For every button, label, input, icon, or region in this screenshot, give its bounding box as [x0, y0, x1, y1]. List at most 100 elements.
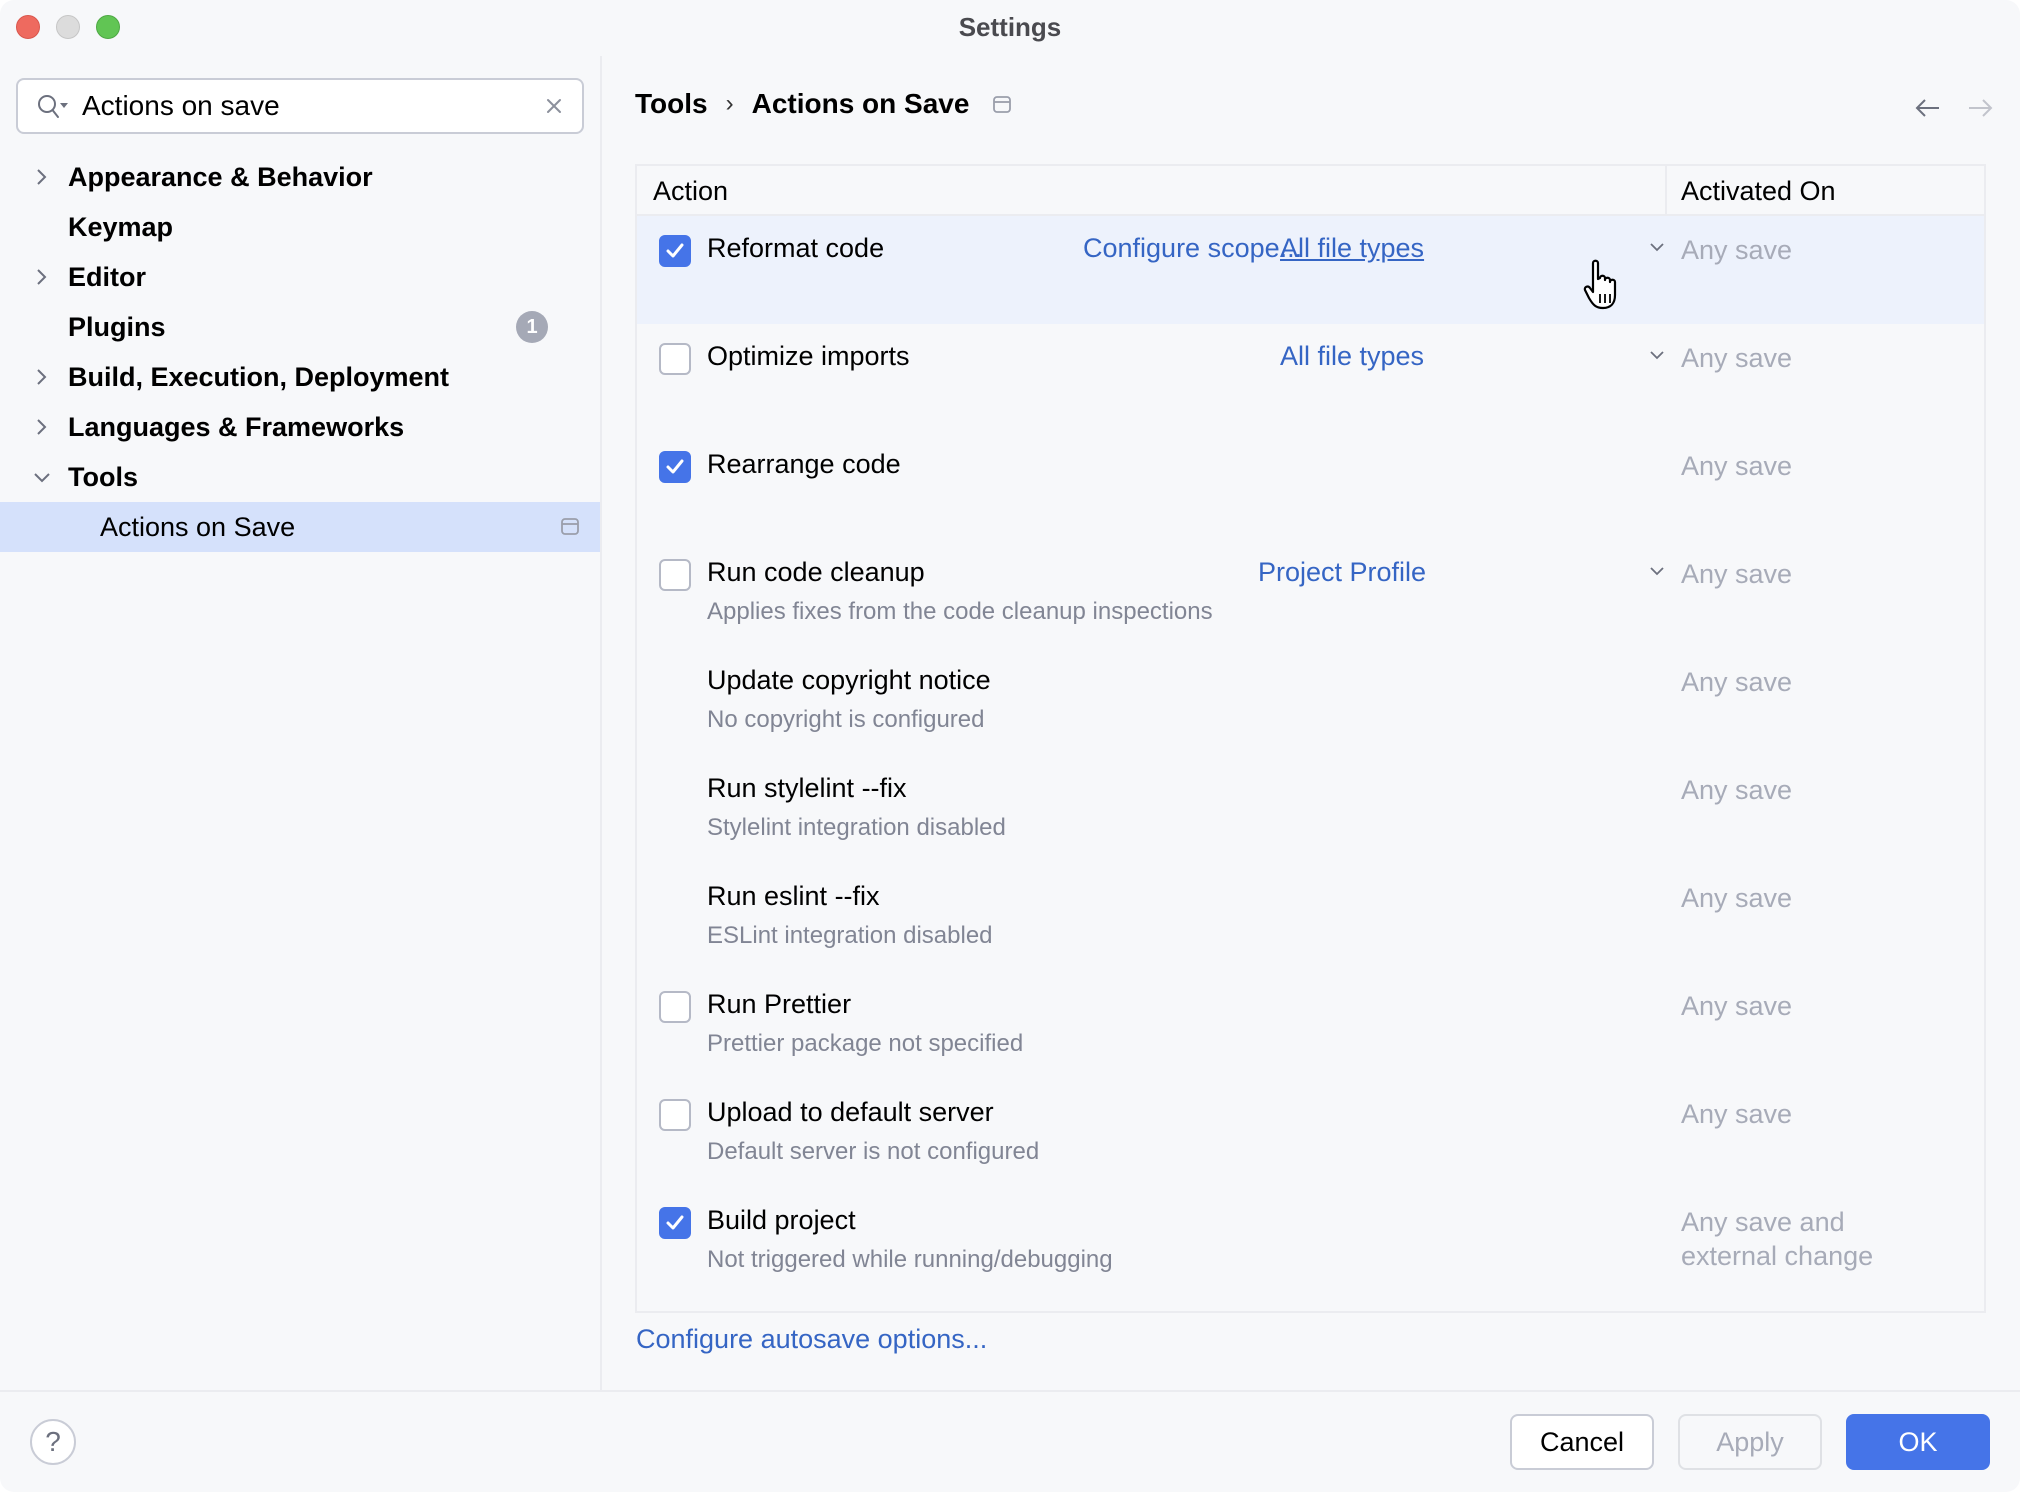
file-types-dropdown[interactable]: All file types	[1280, 341, 1424, 372]
run-prettier-checkbox[interactable]	[659, 991, 691, 1023]
help-button[interactable]: ?	[30, 1419, 76, 1465]
chevron-down-icon[interactable]	[1649, 241, 1665, 253]
sidebar-item-build-execution-deployment[interactable]: Build, Execution, Deployment	[0, 352, 600, 402]
reformat-code-checkbox[interactable]	[659, 235, 691, 267]
row-title: Rearrange code	[707, 449, 901, 479]
sidebar-item-keymap[interactable]: Keymap	[0, 202, 600, 252]
sidebar-item-label: Plugins	[68, 312, 166, 342]
inspection-profile-dropdown[interactable]: Project Profile	[1258, 557, 1426, 588]
sidebar-item-label: Build, Execution, Deployment	[68, 362, 450, 392]
apply-button[interactable]: Apply	[1678, 1414, 1822, 1470]
plugins-update-badge: 1	[516, 311, 548, 343]
chevron-down-icon[interactable]	[32, 465, 52, 489]
table-row-run-prettier[interactable]: Run Prettier Prettier package not specif…	[637, 972, 1984, 1080]
activated-on-value: Any save	[1681, 559, 1793, 589]
checkmark-icon	[666, 243, 684, 258]
column-header-action: Action	[653, 176, 729, 206]
chevron-right-icon[interactable]	[32, 365, 52, 389]
sidebar-item-plugins[interactable]: Plugins 1	[0, 302, 600, 352]
row-title: Update copyright notice	[707, 665, 991, 695]
checkmark-icon	[666, 459, 684, 474]
table-header: Action Activated On	[637, 166, 1984, 216]
table-row-run-code-cleanup[interactable]: Run code cleanup Applies fixes from the …	[637, 540, 1984, 648]
main-panel: Tools › Actions on Save Action Activated…	[602, 56, 2020, 1390]
row-subtitle: Applies fixes from the code cleanup insp…	[707, 598, 1213, 625]
sidebar-item-appearance-behavior[interactable]: Appearance & Behavior	[0, 152, 600, 202]
rearrange-code-checkbox[interactable]	[659, 451, 691, 483]
chevron-right-icon[interactable]	[32, 415, 52, 439]
actions-table: Action Activated On Reformat code Config…	[635, 164, 1986, 1313]
checkmark-icon	[666, 1215, 684, 1230]
breadcrumb-separator: ›	[725, 90, 734, 117]
back-arrow-icon[interactable]	[1914, 96, 1942, 120]
row-title: Upload to default server	[707, 1097, 994, 1127]
table-row-reformat-code[interactable]: Reformat code Configure scope... All fil…	[637, 216, 1984, 324]
row-title: Reformat code	[707, 233, 885, 263]
chevron-right-icon[interactable]	[32, 165, 52, 189]
row-subtitle: Not triggered while running/debugging	[707, 1246, 1113, 1273]
optimize-imports-checkbox[interactable]	[659, 343, 691, 375]
activated-on-value: Any save	[1681, 775, 1793, 805]
row-title: Optimize imports	[707, 341, 910, 371]
row-subtitle: ESLint integration disabled	[707, 922, 993, 949]
configure-scope-link[interactable]: Configure scope...	[1083, 233, 1302, 264]
row-subtitle: Default server is not configured	[707, 1138, 1040, 1165]
sidebar-item-label: Actions on Save	[100, 512, 296, 542]
chevron-right-icon[interactable]	[32, 265, 52, 289]
table-row-run-stylelint-fix[interactable]: Run stylelint --fix Stylelint integratio…	[637, 756, 1984, 864]
settings-window: Settings Appearance & Behavior Keymap Ed…	[0, 0, 2020, 1492]
sidebar-item-label: Keymap	[68, 212, 174, 242]
activated-on-value: Any save	[1681, 991, 1793, 1021]
table-row-update-copyright-notice[interactable]: Update copyright notice No copyright is …	[637, 648, 1984, 756]
table-row-rearrange-code[interactable]: Rearrange code Any save	[637, 432, 1984, 540]
project-level-icon	[561, 518, 579, 535]
column-divider[interactable]	[1665, 166, 1667, 214]
row-title: Build project	[707, 1205, 856, 1235]
breadcrumb-item-tools[interactable]: Tools	[635, 88, 708, 120]
activated-on-value: Any save	[1681, 1099, 1793, 1129]
clear-search-icon[interactable]	[542, 94, 566, 118]
chevron-down-icon[interactable]	[1649, 565, 1665, 577]
search-field[interactable]	[16, 78, 584, 134]
activated-on-value: Any save	[1681, 451, 1793, 481]
activated-on-value: Any save	[1681, 667, 1793, 697]
upload-to-default-server-checkbox[interactable]	[659, 1099, 691, 1131]
row-subtitle: Prettier package not specified	[707, 1030, 1024, 1057]
column-header-activated-on: Activated On	[1681, 176, 1836, 206]
search-input[interactable]	[82, 88, 522, 124]
sidebar-item-languages-frameworks[interactable]: Languages & Frameworks	[0, 402, 600, 452]
table-row-optimize-imports[interactable]: Optimize imports All file types Any save	[637, 324, 1984, 432]
file-types-dropdown[interactable]: All file types	[1280, 233, 1424, 264]
settings-sidebar: Appearance & Behavior Keymap Editor Plug…	[0, 56, 600, 1390]
sidebar-item-actions-on-save[interactable]: Actions on Save	[0, 502, 600, 552]
row-title: Run eslint --fix	[707, 881, 880, 911]
table-row-upload-to-default-server[interactable]: Upload to default server Default server …	[637, 1080, 1984, 1188]
build-project-checkbox[interactable]	[659, 1207, 691, 1239]
run-code-cleanup-checkbox[interactable]	[659, 559, 691, 591]
table-row-run-eslint-fix[interactable]: Run eslint --fix ESLint integration disa…	[637, 864, 1984, 972]
sidebar-item-label: Tools	[68, 462, 138, 492]
sidebar-item-label: Languages & Frameworks	[68, 412, 405, 442]
row-title: Run code cleanup	[707, 557, 925, 587]
table-row-build-project[interactable]: Build project Not triggered while runnin…	[637, 1188, 1984, 1296]
sidebar-item-label: Appearance & Behavior	[68, 162, 373, 192]
forward-arrow-icon[interactable]	[1966, 96, 1994, 120]
sidebar-item-editor[interactable]: Editor	[0, 252, 600, 302]
sidebar-item-tools[interactable]: Tools	[0, 452, 600, 502]
title-bar: Settings	[0, 0, 2020, 56]
chevron-down-icon[interactable]	[1649, 349, 1665, 361]
row-subtitle: No copyright is configured	[707, 706, 985, 733]
row-title: Run Prettier	[707, 989, 852, 1019]
row-subtitle: Stylelint integration disabled	[707, 814, 1006, 841]
activated-on-value: Any save	[1681, 235, 1793, 265]
search-icon[interactable]	[36, 92, 72, 122]
activated-on-value: Any save	[1681, 343, 1793, 373]
configure-autosave-options-link[interactable]: Configure autosave options...	[636, 1324, 987, 1355]
cancel-button[interactable]: Cancel	[1510, 1414, 1654, 1470]
project-level-icon	[993, 95, 1012, 113]
window-title: Settings	[958, 12, 1062, 42]
sidebar-item-label: Editor	[68, 262, 146, 292]
row-title: Run stylelint --fix	[707, 773, 907, 803]
breadcrumb: Tools › Actions on Save	[635, 86, 1012, 122]
ok-button[interactable]: OK	[1846, 1414, 1990, 1470]
